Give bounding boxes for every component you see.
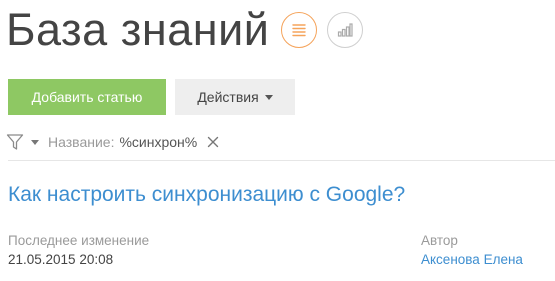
filter-bar: Название: %синхрон%	[6, 131, 219, 153]
list-view-icon	[292, 24, 306, 37]
modified-label: Последнее изменение	[8, 233, 150, 248]
actions-button[interactable]: Действия	[175, 79, 295, 115]
article-title-link[interactable]: Как настроить синхронизацию с Google?	[8, 183, 405, 207]
analytics-view-icon	[337, 23, 353, 37]
filter-value: %синхрон%	[119, 134, 198, 150]
modified-value: 21.05.2015 20:08	[8, 252, 114, 267]
divider	[8, 160, 555, 161]
author-label: Автор	[421, 233, 458, 248]
close-icon[interactable]	[207, 136, 219, 148]
filter-menu-chevron-icon[interactable]	[31, 140, 39, 145]
list-view-button[interactable]	[281, 12, 317, 48]
author-link[interactable]: Аксенова Елена	[421, 252, 523, 267]
analytics-view-button[interactable]	[327, 12, 363, 48]
filter-label: Название:	[48, 134, 115, 150]
chevron-down-icon	[264, 95, 273, 100]
add-article-button[interactable]: Добавить статью	[8, 79, 166, 115]
page-title: База знаний	[6, 4, 270, 55]
filter-icon[interactable]	[6, 133, 24, 151]
actions-label: Действия	[197, 89, 259, 105]
